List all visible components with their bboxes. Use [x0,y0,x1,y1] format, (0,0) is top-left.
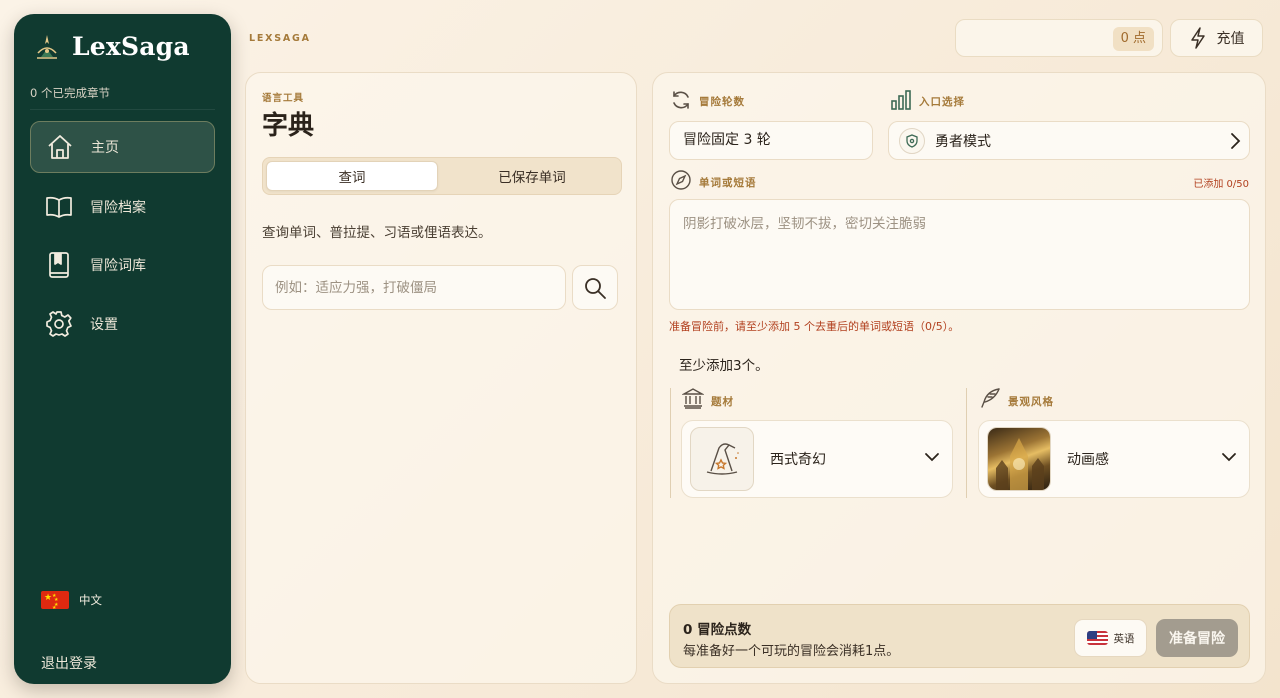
sidebar-item-label: 设置 [90,317,118,333]
theme-value: 西式奇幻 [770,452,826,468]
compass-icon [671,170,691,190]
sidebar-item-home[interactable]: 主页 [30,121,215,173]
dictionary-search-button[interactable] [572,265,618,310]
minimum-note: 至少添加3个。 [679,358,769,374]
dictionary-tabs: 查词 已保存单词 [262,157,622,195]
sidebar: LexSaga 0 个已完成章节 主页 冒险档案 冒险词库 设置 ★ ★ ★ ★… [14,14,231,684]
sidebar-item-label: 冒险词库 [90,258,146,274]
header-label: LEXSAGA [249,33,311,44]
added-count: 已添加 0/50 [1193,179,1249,190]
rounds-field: 冒险固定 3 轮 [669,121,873,160]
chapter-progress: 0 个已完成章节 [30,86,110,100]
refresh-icon [673,91,689,109]
theme-select[interactable]: 西式奇幻 [681,420,953,498]
fantasy-scene-image [988,428,1050,490]
adventure-footer: 0 冒险点数 每准备好一个可玩的冒险会消耗1点。 英语 准备冒险 [669,604,1250,668]
sidebar-item-archive[interactable]: 冒险档案 [30,181,215,233]
language-label: 中文 [79,593,102,607]
theme-label: 题材 [711,396,734,408]
entry-label: 入口选择 [919,96,965,108]
sidebar-item-settings[interactable]: 设置 [30,298,215,350]
adventure-panel: 冒险轮数 入口选择 冒险固定 3 轮 勇者模式 单词或短语 已添加 0/50 准… [652,72,1266,684]
sidebar-item-label: 主页 [91,140,119,156]
quill-icon [981,388,1000,408]
tab-saved-words[interactable]: 已保存单词 [446,161,618,191]
compass-logo-icon [37,34,57,59]
home-icon [45,132,75,162]
rounds-label: 冒险轮数 [699,96,745,108]
logout-link[interactable]: 退出登录 [41,653,97,673]
lightning-icon [1190,27,1205,49]
entry-value: 勇者模式 [935,133,991,150]
points-description: 每准备好一个可玩的冒险会消耗1点。 [683,644,900,659]
recharge-button[interactable]: 充值 [1170,19,1263,57]
entry-select[interactable]: 勇者模式 [888,121,1250,160]
divider [966,388,967,498]
search-icon [585,277,606,299]
chevron-right-icon [1231,133,1241,149]
us-flag-icon [1086,631,1108,645]
book-open-icon [44,192,74,222]
style-value: 动画感 [1067,452,1109,468]
dictionary-title: 字典 [262,111,315,141]
points-display: 0 点 [955,19,1163,57]
style-thumbnail [987,427,1051,491]
words-input[interactable] [669,199,1250,310]
divider [30,109,215,110]
dictionary-description: 查询单词、普拉提、习语或俚语表达。 [262,225,492,241]
target-language-label: 英语 [1113,632,1135,645]
bar-chart-icon [891,90,911,110]
language-switcher[interactable]: ★ ★ ★ ★ ★ 中文 [41,591,102,609]
prepare-adventure-button[interactable]: 准备冒险 [1156,619,1238,657]
dictionary-kicker: 语言工具 [262,93,305,104]
chevron-down-icon [925,453,939,462]
style-select[interactable]: 动画感 [978,420,1250,498]
bookmark-book-icon [44,250,74,280]
sidebar-item-label: 冒险档案 [90,200,146,216]
brand[interactable]: LexSaga [34,32,190,61]
warning-message: 准备冒险前，请至少添加 5 个去重后的单词或短语（0/5）。 [669,320,960,333]
dictionary-panel: 语言工具 字典 查词 已保存单词 查询单词、普拉提、习语或俚语表达。 [245,72,637,684]
points-badge: 0 点 [1112,27,1154,51]
sidebar-item-wordbank[interactable]: 冒险词库 [30,239,215,291]
chevron-down-icon [1222,453,1236,462]
recharge-label: 充值 [1216,31,1245,47]
dictionary-search-input[interactable] [262,265,566,310]
brand-name: LexSaga [72,32,190,61]
style-label: 景观风格 [1008,396,1054,408]
shield-icon [899,127,925,154]
museum-icon [682,388,704,409]
target-language-button[interactable]: 英语 [1074,619,1147,657]
gear-icon [44,309,74,339]
tab-lookup[interactable]: 查词 [266,161,438,191]
china-flag-icon: ★ ★ ★ ★ ★ [41,591,69,609]
words-label: 单词或短语 [699,177,757,189]
points-title: 0 冒险点数 [683,622,752,638]
divider [670,388,671,498]
wizard-hat-icon [690,427,754,491]
